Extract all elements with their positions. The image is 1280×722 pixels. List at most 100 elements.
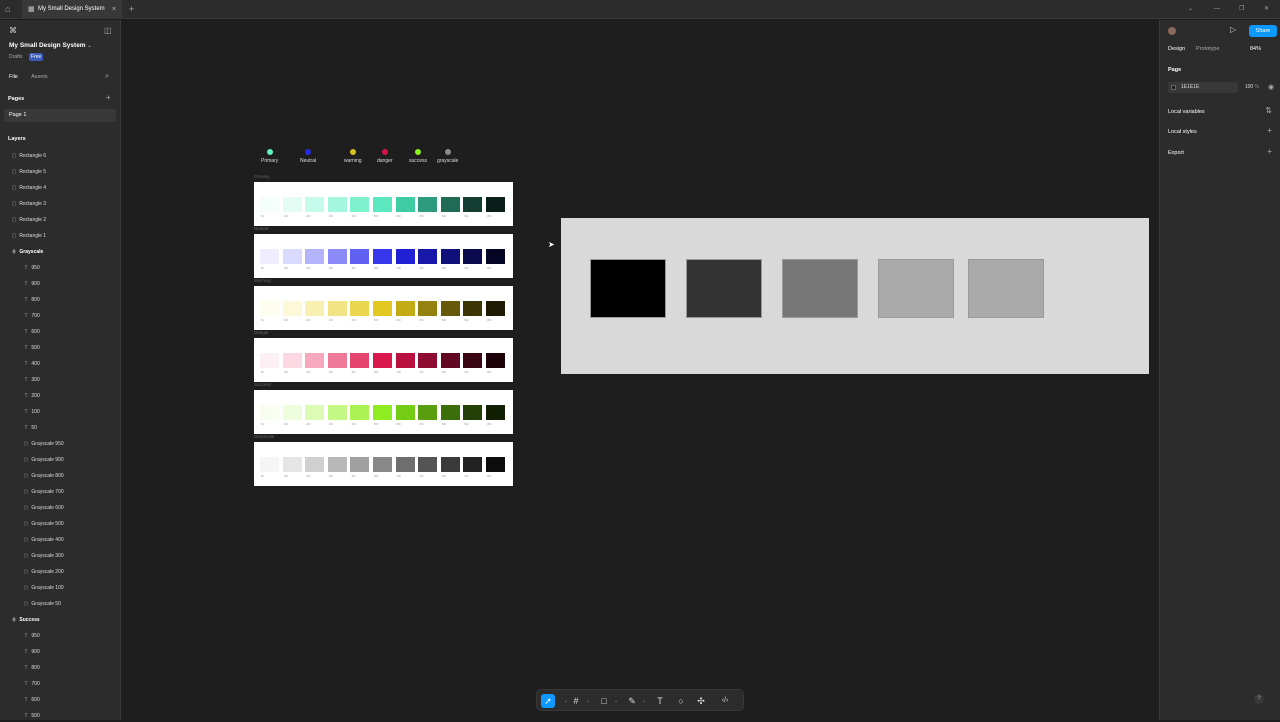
layer-item[interactable]: T 950 bbox=[22, 630, 39, 642]
palette-primary[interactable]: 50 100 200 300 400 500 600 700 800 900 950 bbox=[254, 182, 513, 226]
palette-neutral[interactable]: 50 100 200 300 400 500 600 700 800 900 950 bbox=[254, 234, 513, 278]
color-swatch[interactable] bbox=[327, 353, 347, 368]
color-swatch[interactable] bbox=[486, 197, 505, 212]
layer-item[interactable]: ⋕ Grayscale bbox=[10, 246, 43, 258]
palette-success[interactable]: 50 100 200 300 400 500 600 700 800 900 950 bbox=[254, 390, 513, 434]
grayscale-frame[interactable] bbox=[561, 218, 1149, 374]
chevron-down-icon[interactable]: ⌄ bbox=[609, 694, 623, 708]
layer-item[interactable]: ▢ Grayscale 600 bbox=[22, 502, 64, 514]
help-icon[interactable]: ? bbox=[1254, 694, 1264, 704]
comment-tool-icon[interactable]: ○ bbox=[674, 694, 688, 708]
layer-item[interactable]: T 700 bbox=[22, 310, 39, 322]
color-swatch[interactable] bbox=[395, 301, 415, 316]
page-opacity-field[interactable]: 100 % bbox=[1233, 82, 1259, 93]
actions-tool-icon[interactable]: ✣ bbox=[694, 694, 708, 708]
export-label[interactable]: Export bbox=[1168, 150, 1184, 156]
page-color-field[interactable]: 1E1E1E bbox=[1168, 82, 1238, 93]
rectangle[interactable] bbox=[878, 259, 954, 318]
close-window-icon[interactable]: ✕ bbox=[1264, 0, 1269, 19]
palette-frame-label[interactable]: Danger bbox=[254, 330, 269, 335]
legend-item[interactable]: Neutral bbox=[300, 149, 316, 164]
layer-item[interactable]: ▢ Rectangle 4 bbox=[10, 182, 46, 194]
home-icon[interactable]: ⌂ bbox=[5, 4, 15, 14]
color-swatch[interactable] bbox=[395, 457, 415, 472]
layer-item[interactable]: ▢ Grayscale 800 bbox=[22, 470, 64, 482]
layer-item[interactable]: T 900 bbox=[22, 278, 39, 290]
color-swatch[interactable] bbox=[463, 353, 483, 368]
color-swatch[interactable] bbox=[440, 249, 460, 264]
add-style-icon[interactable]: + bbox=[1267, 126, 1272, 135]
color-swatch[interactable] bbox=[486, 301, 505, 316]
color-swatch[interactable] bbox=[486, 353, 505, 368]
palette-frame-label[interactable]: Warning bbox=[254, 278, 271, 283]
color-swatch[interactable] bbox=[350, 301, 370, 316]
color-swatch[interactable] bbox=[350, 353, 370, 368]
tab-design[interactable]: Design bbox=[1168, 46, 1185, 52]
color-swatch[interactable] bbox=[260, 301, 279, 316]
color-swatch[interactable] bbox=[260, 353, 279, 368]
color-swatch[interactable] bbox=[260, 197, 279, 212]
color-swatch[interactable] bbox=[260, 249, 279, 264]
palette-frame-label[interactable]: Success bbox=[254, 382, 271, 387]
new-tab-button[interactable]: + bbox=[129, 0, 134, 19]
layer-item[interactable]: T 800 bbox=[22, 294, 39, 306]
move-tool-icon[interactable]: ➚ bbox=[541, 694, 555, 708]
color-swatch[interactable] bbox=[418, 457, 438, 472]
chevron-down-icon[interactable]: ⌄ bbox=[1188, 0, 1193, 19]
color-swatch[interactable] bbox=[418, 249, 438, 264]
color-swatch[interactable] bbox=[486, 405, 505, 420]
tab-prototype[interactable]: Prototype bbox=[1196, 46, 1220, 52]
color-swatch[interactable] bbox=[463, 249, 483, 264]
layer-item[interactable]: ▢ Grayscale 900 bbox=[22, 454, 64, 466]
local-styles-label[interactable]: Local styles bbox=[1168, 129, 1197, 135]
variables-icon[interactable]: ⇅ bbox=[1265, 106, 1272, 115]
chevron-down-icon[interactable]: ⌄ bbox=[581, 694, 595, 708]
text-tool-icon[interactable]: T bbox=[653, 694, 667, 708]
color-swatch[interactable] bbox=[373, 197, 392, 212]
color-swatch[interactable] bbox=[282, 353, 302, 368]
color-swatch[interactable] bbox=[440, 353, 460, 368]
add-export-icon[interactable]: + bbox=[1267, 147, 1272, 156]
avatar[interactable] bbox=[1168, 27, 1176, 35]
layer-item[interactable]: T 300 bbox=[22, 374, 39, 386]
layer-item[interactable]: ▢ Rectangle 1 bbox=[10, 230, 46, 242]
color-swatch[interactable] bbox=[463, 405, 483, 420]
color-swatch[interactable] bbox=[1171, 85, 1176, 90]
palette-frame-label[interactable]: Neutral bbox=[254, 226, 269, 231]
layer-item[interactable]: T 700 bbox=[22, 678, 39, 690]
layer-item[interactable]: ▢ Grayscale 100 bbox=[22, 582, 64, 594]
legend-item[interactable]: warning bbox=[344, 149, 362, 164]
layer-item[interactable]: ▢ Grayscale 400 bbox=[22, 534, 64, 546]
color-swatch[interactable] bbox=[395, 405, 415, 420]
color-swatch[interactable] bbox=[305, 249, 325, 264]
layer-item[interactable]: ▢ Rectangle 6 bbox=[10, 150, 46, 162]
layer-item[interactable]: T 800 bbox=[22, 662, 39, 674]
color-swatch[interactable] bbox=[282, 301, 302, 316]
legend-item[interactable]: danger bbox=[377, 149, 393, 164]
color-swatch[interactable] bbox=[418, 301, 438, 316]
rectangle[interactable] bbox=[782, 259, 858, 318]
layer-item[interactable]: T 500 bbox=[22, 342, 39, 354]
palette-warning[interactable]: 50 100 200 300 400 500 600 700 800 900 950 bbox=[254, 286, 513, 330]
color-swatch[interactable] bbox=[282, 197, 302, 212]
search-icon[interactable]: ⌕ bbox=[105, 73, 109, 81]
color-swatch[interactable] bbox=[305, 353, 325, 368]
drafts-label[interactable]: Drafts bbox=[9, 54, 22, 60]
color-swatch[interactable] bbox=[373, 301, 392, 316]
color-swatch[interactable] bbox=[418, 405, 438, 420]
color-swatch[interactable] bbox=[282, 249, 302, 264]
layer-item[interactable]: T 600 bbox=[22, 326, 39, 338]
color-swatch[interactable] bbox=[282, 457, 302, 472]
color-swatch[interactable] bbox=[282, 405, 302, 420]
color-swatch[interactable] bbox=[373, 405, 392, 420]
color-swatch[interactable] bbox=[463, 457, 483, 472]
color-swatch[interactable] bbox=[350, 197, 370, 212]
color-swatch[interactable] bbox=[373, 249, 392, 264]
layer-item[interactable]: ▢ Grayscale 950 bbox=[22, 438, 64, 450]
layer-item[interactable]: ▢ Rectangle 2 bbox=[10, 214, 46, 226]
layer-item[interactable]: T 600 bbox=[22, 694, 39, 706]
color-swatch[interactable] bbox=[260, 405, 279, 420]
color-swatch[interactable] bbox=[440, 301, 460, 316]
layer-item[interactable]: T 200 bbox=[22, 390, 39, 402]
layer-item[interactable]: T 400 bbox=[22, 358, 39, 370]
